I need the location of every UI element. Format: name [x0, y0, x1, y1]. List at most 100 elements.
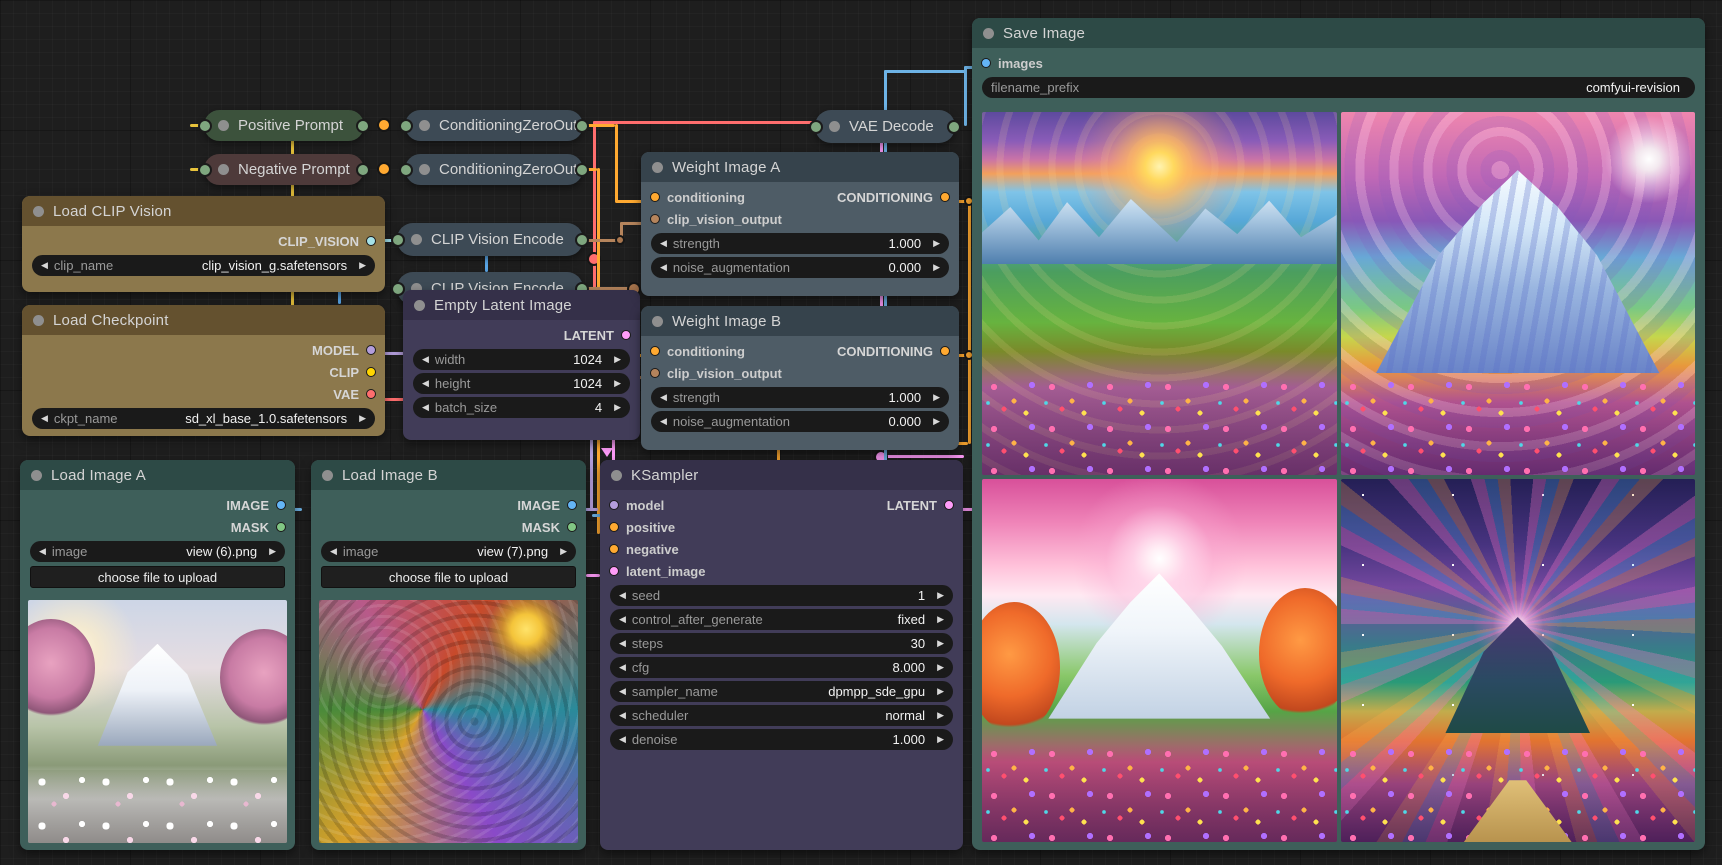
node-clip-vision-encode-1[interactable]: CLIP Vision Encode — [397, 223, 583, 256]
reroute-dot[interactable] — [377, 118, 391, 132]
node-header[interactable]: KSampler — [600, 460, 963, 490]
widget-scheduler[interactable]: ◀ scheduler normal ▶ — [610, 705, 953, 726]
widget-image[interactable]: ◀ image view (7).png ▶ — [321, 541, 576, 562]
node-negative-prompt[interactable]: Negative Prompt — [204, 154, 364, 185]
slot-dot-model[interactable] — [609, 500, 619, 510]
collapse-dot[interactable] — [983, 28, 994, 39]
arrow-left-icon[interactable]: ◀ — [422, 403, 429, 412]
arrow-left-icon[interactable]: ◀ — [619, 639, 626, 648]
arrow-right-icon[interactable]: ▶ — [937, 711, 944, 720]
arrow-left-icon[interactable]: ◀ — [619, 591, 626, 600]
collapse-dot[interactable] — [419, 120, 430, 131]
arrow-right-icon[interactable]: ▶ — [933, 393, 940, 402]
arrow-left-icon[interactable]: ◀ — [41, 414, 48, 423]
node-weight-image-a[interactable]: Weight Image A conditioning CONDITIONING… — [641, 152, 959, 296]
slot-dot-model[interactable] — [366, 345, 376, 355]
node-positive-prompt[interactable]: Positive Prompt — [204, 110, 364, 141]
collapsed-slot-dot[interactable] — [399, 163, 413, 177]
widget-clip-name[interactable]: ◀ clip_name clip_vision_g.safetensors ▶ — [32, 255, 375, 276]
reroute-dot[interactable] — [377, 162, 391, 176]
node-header[interactable]: Load CLIP Vision — [22, 196, 385, 226]
arrow-right-icon[interactable]: ▶ — [937, 639, 944, 648]
node-header[interactable]: Empty Latent Image — [403, 290, 640, 320]
widget-cfg[interactable]: ◀ cfg 8.000 ▶ — [610, 657, 953, 678]
arrow-left-icon[interactable]: ◀ — [422, 379, 429, 388]
choose-file-button[interactable]: choose file to upload — [321, 566, 576, 588]
slot-dot-mask[interactable] — [276, 522, 286, 532]
node-load-image-b[interactable]: Load Image B IMAGE MASK ◀ image view (7)… — [311, 460, 586, 850]
node-graph-canvas[interactable]: Positive Prompt Negative Prompt Conditio… — [0, 0, 1722, 865]
slot-dot-conditioning[interactable] — [609, 522, 619, 532]
collapse-dot[interactable] — [611, 470, 622, 481]
collapse-dot[interactable] — [322, 470, 333, 481]
collapse-dot[interactable] — [829, 121, 840, 132]
slot-dot-latent[interactable] — [609, 566, 619, 576]
widget-filename-prefix[interactable]: filename_prefix comfyui-revision — [982, 77, 1695, 98]
node-header[interactable]: Save Image — [972, 18, 1705, 48]
collapsed-slot-dot[interactable] — [356, 119, 370, 133]
arrow-right-icon[interactable]: ▶ — [614, 403, 621, 412]
arrow-right-icon[interactable]: ▶ — [933, 417, 940, 426]
collapse-dot[interactable] — [652, 162, 663, 173]
slot-dot-conditioning[interactable] — [940, 192, 950, 202]
collapsed-slot-dot[interactable] — [198, 119, 212, 133]
node-ksampler[interactable]: KSampler model LATENT positive negative … — [600, 460, 963, 850]
slot-dot-conditioning[interactable] — [609, 544, 619, 554]
node-header[interactable]: Load Checkpoint — [22, 305, 385, 335]
arrow-right-icon[interactable]: ▶ — [937, 591, 944, 600]
node-load-checkpoint[interactable]: Load Checkpoint MODEL CLIP VAE ◀ ckpt_na… — [22, 305, 385, 436]
widget-noise-augmentation[interactable]: ◀ noise_augmentation 0.000 ▶ — [651, 411, 949, 432]
widget-strength[interactable]: ◀ strength 1.000 ▶ — [651, 387, 949, 408]
node-load-image-a[interactable]: Load Image A IMAGE MASK ◀ image view (6)… — [20, 460, 295, 850]
collapse-dot[interactable] — [652, 316, 663, 327]
slot-dot-image[interactable] — [567, 500, 577, 510]
slot-dot-vae[interactable] — [366, 389, 376, 399]
node-vae-decode[interactable]: VAE Decode — [815, 110, 955, 143]
arrow-left-icon[interactable]: ◀ — [619, 711, 626, 720]
arrow-right-icon[interactable]: ▶ — [937, 687, 944, 696]
arrow-right-icon[interactable]: ▶ — [560, 547, 567, 556]
collapse-dot[interactable] — [411, 234, 422, 245]
widget-image[interactable]: ◀ image view (6).png ▶ — [30, 541, 285, 562]
slot-dot-mask[interactable] — [567, 522, 577, 532]
arrow-left-icon[interactable]: ◀ — [660, 239, 667, 248]
arrow-right-icon[interactable]: ▶ — [937, 663, 944, 672]
node-conditioning-zero-out-1[interactable]: ConditioningZeroOut — [405, 110, 583, 141]
collapse-dot[interactable] — [218, 120, 229, 131]
arrow-right-icon[interactable]: ▶ — [614, 379, 621, 388]
arrow-left-icon[interactable]: ◀ — [41, 261, 48, 270]
widget-denoise[interactable]: ◀ denoise 1.000 ▶ — [610, 729, 953, 750]
collapse-dot[interactable] — [33, 315, 44, 326]
widget-noise-augmentation[interactable]: ◀ noise_augmentation 0.000 ▶ — [651, 257, 949, 278]
arrow-left-icon[interactable]: ◀ — [660, 263, 667, 272]
slot-dot-conditioning[interactable] — [650, 346, 660, 356]
widget-strength[interactable]: ◀ strength 1.000 ▶ — [651, 233, 949, 254]
widget-height[interactable]: ◀ height 1024 ▶ — [413, 373, 630, 394]
collapsed-slot-dot[interactable] — [575, 119, 589, 133]
widget-width[interactable]: ◀ width 1024 ▶ — [413, 349, 630, 370]
node-header[interactable]: Weight Image A — [641, 152, 959, 182]
reroute-dot[interactable] — [615, 235, 625, 245]
arrow-right-icon[interactable]: ▶ — [359, 261, 366, 270]
node-header[interactable]: Weight Image B — [641, 306, 959, 336]
arrow-left-icon[interactable]: ◀ — [660, 393, 667, 402]
collapse-dot[interactable] — [218, 164, 229, 175]
node-conditioning-zero-out-2[interactable]: ConditioningZeroOut — [405, 154, 583, 185]
arrow-left-icon[interactable]: ◀ — [619, 615, 626, 624]
slot-dot-conditioning[interactable] — [650, 192, 660, 202]
collapsed-slot-dot[interactable] — [399, 119, 413, 133]
slot-dot-clip-vision[interactable] — [366, 236, 376, 246]
slot-dot-image[interactable] — [276, 500, 286, 510]
slot-dot-conditioning[interactable] — [940, 346, 950, 356]
slot-dot-latent[interactable] — [944, 500, 954, 510]
arrow-right-icon[interactable]: ▶ — [359, 414, 366, 423]
arrow-right-icon[interactable]: ▶ — [933, 239, 940, 248]
collapsed-slot-dot[interactable] — [198, 163, 212, 177]
collapse-dot[interactable] — [414, 300, 425, 311]
arrow-right-icon[interactable]: ▶ — [614, 355, 621, 364]
node-weight-image-b[interactable]: Weight Image B conditioning CONDITIONING… — [641, 306, 959, 450]
widget-steps[interactable]: ◀ steps 30 ▶ — [610, 633, 953, 654]
arrow-left-icon[interactable]: ◀ — [660, 417, 667, 426]
arrow-left-icon[interactable]: ◀ — [619, 687, 626, 696]
arrow-right-icon[interactable]: ▶ — [937, 615, 944, 624]
